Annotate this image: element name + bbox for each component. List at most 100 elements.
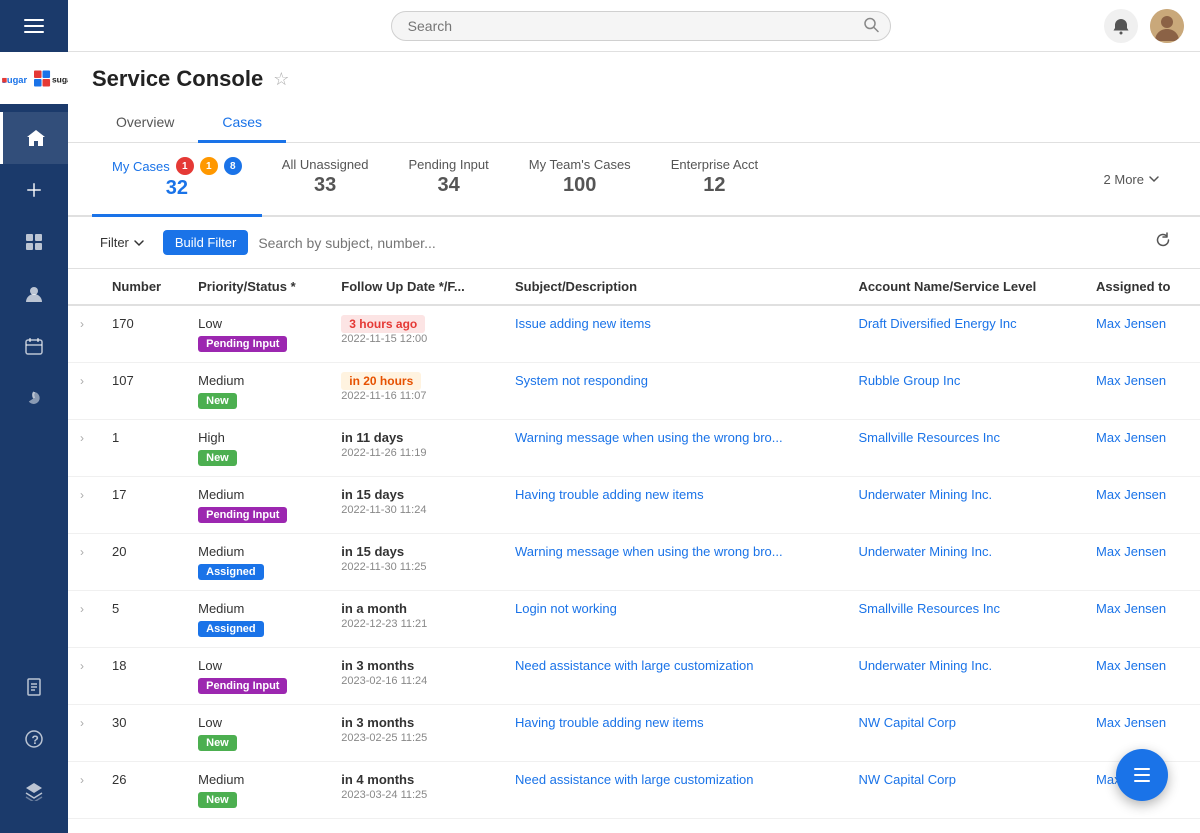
subject-link[interactable]: System not responding [515, 373, 648, 388]
sidebar-item-add[interactable] [0, 164, 68, 216]
sidebar-item-home[interactable] [0, 112, 68, 164]
account-link[interactable]: Draft Diversified Energy Inc [858, 316, 1016, 331]
expand-icon[interactable]: › [80, 431, 84, 445]
subtab-pending-input[interactable]: Pending Input 34 [389, 143, 509, 217]
sidebar-item-calendar[interactable] [0, 320, 68, 372]
filter-bar: Filter Build Filter [68, 217, 1200, 269]
more-subtabs-button[interactable]: 2 More [1088, 143, 1176, 215]
refresh-button[interactable] [1150, 227, 1176, 258]
subject-link[interactable]: Having trouble adding new items [515, 487, 704, 502]
account-cell: Draft Diversified Energy Inc [846, 305, 1084, 363]
priority-status-cell: Low Pending Input [186, 305, 329, 363]
col-number[interactable]: Number [100, 269, 186, 305]
account-link[interactable]: Underwater Mining Inc. [858, 487, 992, 502]
priority-text: Low [198, 316, 317, 331]
assigned-link[interactable]: Max Jensen [1096, 544, 1166, 559]
subtab-all-unassigned[interactable]: All Unassigned 33 [262, 143, 389, 217]
account-link[interactable]: Smallville Resources Inc [858, 601, 1000, 616]
subject-link[interactable]: Login not working [515, 601, 617, 616]
sidebar-item-document[interactable] [0, 661, 68, 713]
priority-text: Medium [198, 601, 317, 616]
account-cell: NW Capital Corp [846, 705, 1084, 762]
favorite-star-icon[interactable]: ☆ [273, 69, 289, 90]
assigned-link[interactable]: Max Jensen [1096, 487, 1166, 502]
followup-date: 2022-12-23 11:21 [341, 618, 491, 630]
account-cell: Rubble Group Inc [846, 363, 1084, 420]
expand-icon[interactable]: › [80, 716, 84, 730]
table-row: › 170 Low Pending Input 3 hours ago 2022… [68, 305, 1200, 363]
col-assigned[interactable]: Assigned to [1084, 269, 1200, 305]
expand-icon[interactable]: › [80, 545, 84, 559]
enterprise-acct-count: 12 [703, 174, 725, 197]
col-subject[interactable]: Subject/Description [503, 269, 846, 305]
col-followup[interactable]: Follow Up Date */F... [329, 269, 503, 305]
expand-icon[interactable]: › [80, 602, 84, 616]
hamburger-menu[interactable] [0, 0, 68, 52]
account-cell: Underwater Mining Inc. [846, 477, 1084, 534]
assigned-link[interactable]: Max Jensen [1096, 316, 1166, 331]
all-unassigned-count: 33 [314, 174, 336, 197]
subject-link[interactable]: Warning message when using the wrong bro… [515, 544, 783, 559]
assigned-link[interactable]: Max Jensen [1096, 658, 1166, 673]
sidebar-item-grid[interactable] [0, 216, 68, 268]
followup-date: 2022-11-16 11:07 [341, 390, 491, 402]
sidebar-item-chart[interactable] [0, 372, 68, 424]
assigned-link[interactable]: Max Jensen [1096, 601, 1166, 616]
status-badge: Pending Input [198, 507, 287, 523]
expand-cell: › [68, 534, 100, 591]
table-row: › 26 Medium New in 4 months 2023-03-24 1… [68, 762, 1200, 819]
subtab-pending-input-title: Pending Input [409, 157, 489, 172]
followup-cell: in a month 2022-12-23 11:21 [329, 591, 503, 648]
sidebar-item-layers[interactable] [0, 765, 68, 817]
account-link[interactable]: NW Capital Corp [858, 715, 956, 730]
notifications-button[interactable] [1104, 9, 1138, 43]
logo[interactable]: sugar ■ sugarcrm [0, 52, 68, 104]
assigned-link[interactable]: Max Jensen [1096, 373, 1166, 388]
subject-link[interactable]: Issue adding new items [515, 316, 651, 331]
my-cases-badge-red: 1 [176, 157, 194, 175]
assigned-link[interactable]: Max Jensen [1096, 715, 1166, 730]
tab-overview[interactable]: Overview [92, 104, 198, 143]
subtab-my-cases[interactable]: My Cases 1 1 8 32 [92, 143, 262, 217]
account-link[interactable]: Underwater Mining Inc. [858, 544, 992, 559]
expand-icon[interactable]: › [80, 773, 84, 787]
priority-text: Medium [198, 772, 317, 787]
subtab-my-team-cases[interactable]: My Team's Cases 100 [509, 143, 651, 217]
status-badge: Pending Input [198, 678, 287, 694]
expand-icon[interactable]: › [80, 659, 84, 673]
sidebar-item-help[interactable]: ? [0, 713, 68, 765]
avatar[interactable] [1150, 9, 1184, 43]
priority-status-cell: Low Pending Input [186, 648, 329, 705]
number-cell: 170 [100, 305, 186, 363]
search-input[interactable] [391, 11, 891, 41]
main-content: Service Console ☆ Overview Cases My Case… [68, 0, 1200, 833]
subject-link[interactable]: Having trouble adding new items [515, 715, 704, 730]
expand-icon[interactable]: › [80, 317, 84, 331]
fab-actions-button[interactable] [1116, 749, 1168, 801]
account-link[interactable]: Smallville Resources Inc [858, 430, 1000, 445]
subject-link[interactable]: Need assistance with large customization [515, 772, 753, 787]
priority-text: Medium [198, 487, 317, 502]
build-filter-button[interactable]: Build Filter [163, 230, 248, 255]
subject-link[interactable]: Warning message when using the wrong bro… [515, 430, 783, 445]
assigned-link[interactable]: Max Jensen [1096, 430, 1166, 445]
expand-icon[interactable]: › [80, 488, 84, 502]
account-link[interactable]: Underwater Mining Inc. [858, 658, 992, 673]
filter-button[interactable]: Filter [92, 231, 153, 254]
sidebar-item-person[interactable] [0, 268, 68, 320]
followup-label: in 11 days [341, 430, 403, 445]
svg-text:sugarcrm: sugarcrm [52, 75, 68, 85]
expand-icon[interactable]: › [80, 374, 84, 388]
assigned-cell: Max Jensen [1084, 305, 1200, 363]
tab-cases[interactable]: Cases [198, 104, 286, 143]
account-link[interactable]: NW Capital Corp [858, 772, 956, 787]
sidebar-nav [0, 104, 68, 424]
subtab-enterprise-acct[interactable]: Enterprise Acct 12 [651, 143, 778, 217]
subject-link[interactable]: Need assistance with large customization [515, 658, 753, 673]
col-account[interactable]: Account Name/Service Level [846, 269, 1084, 305]
filter-search-input[interactable] [258, 235, 1140, 251]
col-priority-status[interactable]: Priority/Status * [186, 269, 329, 305]
pending-input-count: 34 [438, 174, 460, 197]
sidebar-bottom: ? [0, 661, 68, 833]
account-link[interactable]: Rubble Group Inc [858, 373, 960, 388]
